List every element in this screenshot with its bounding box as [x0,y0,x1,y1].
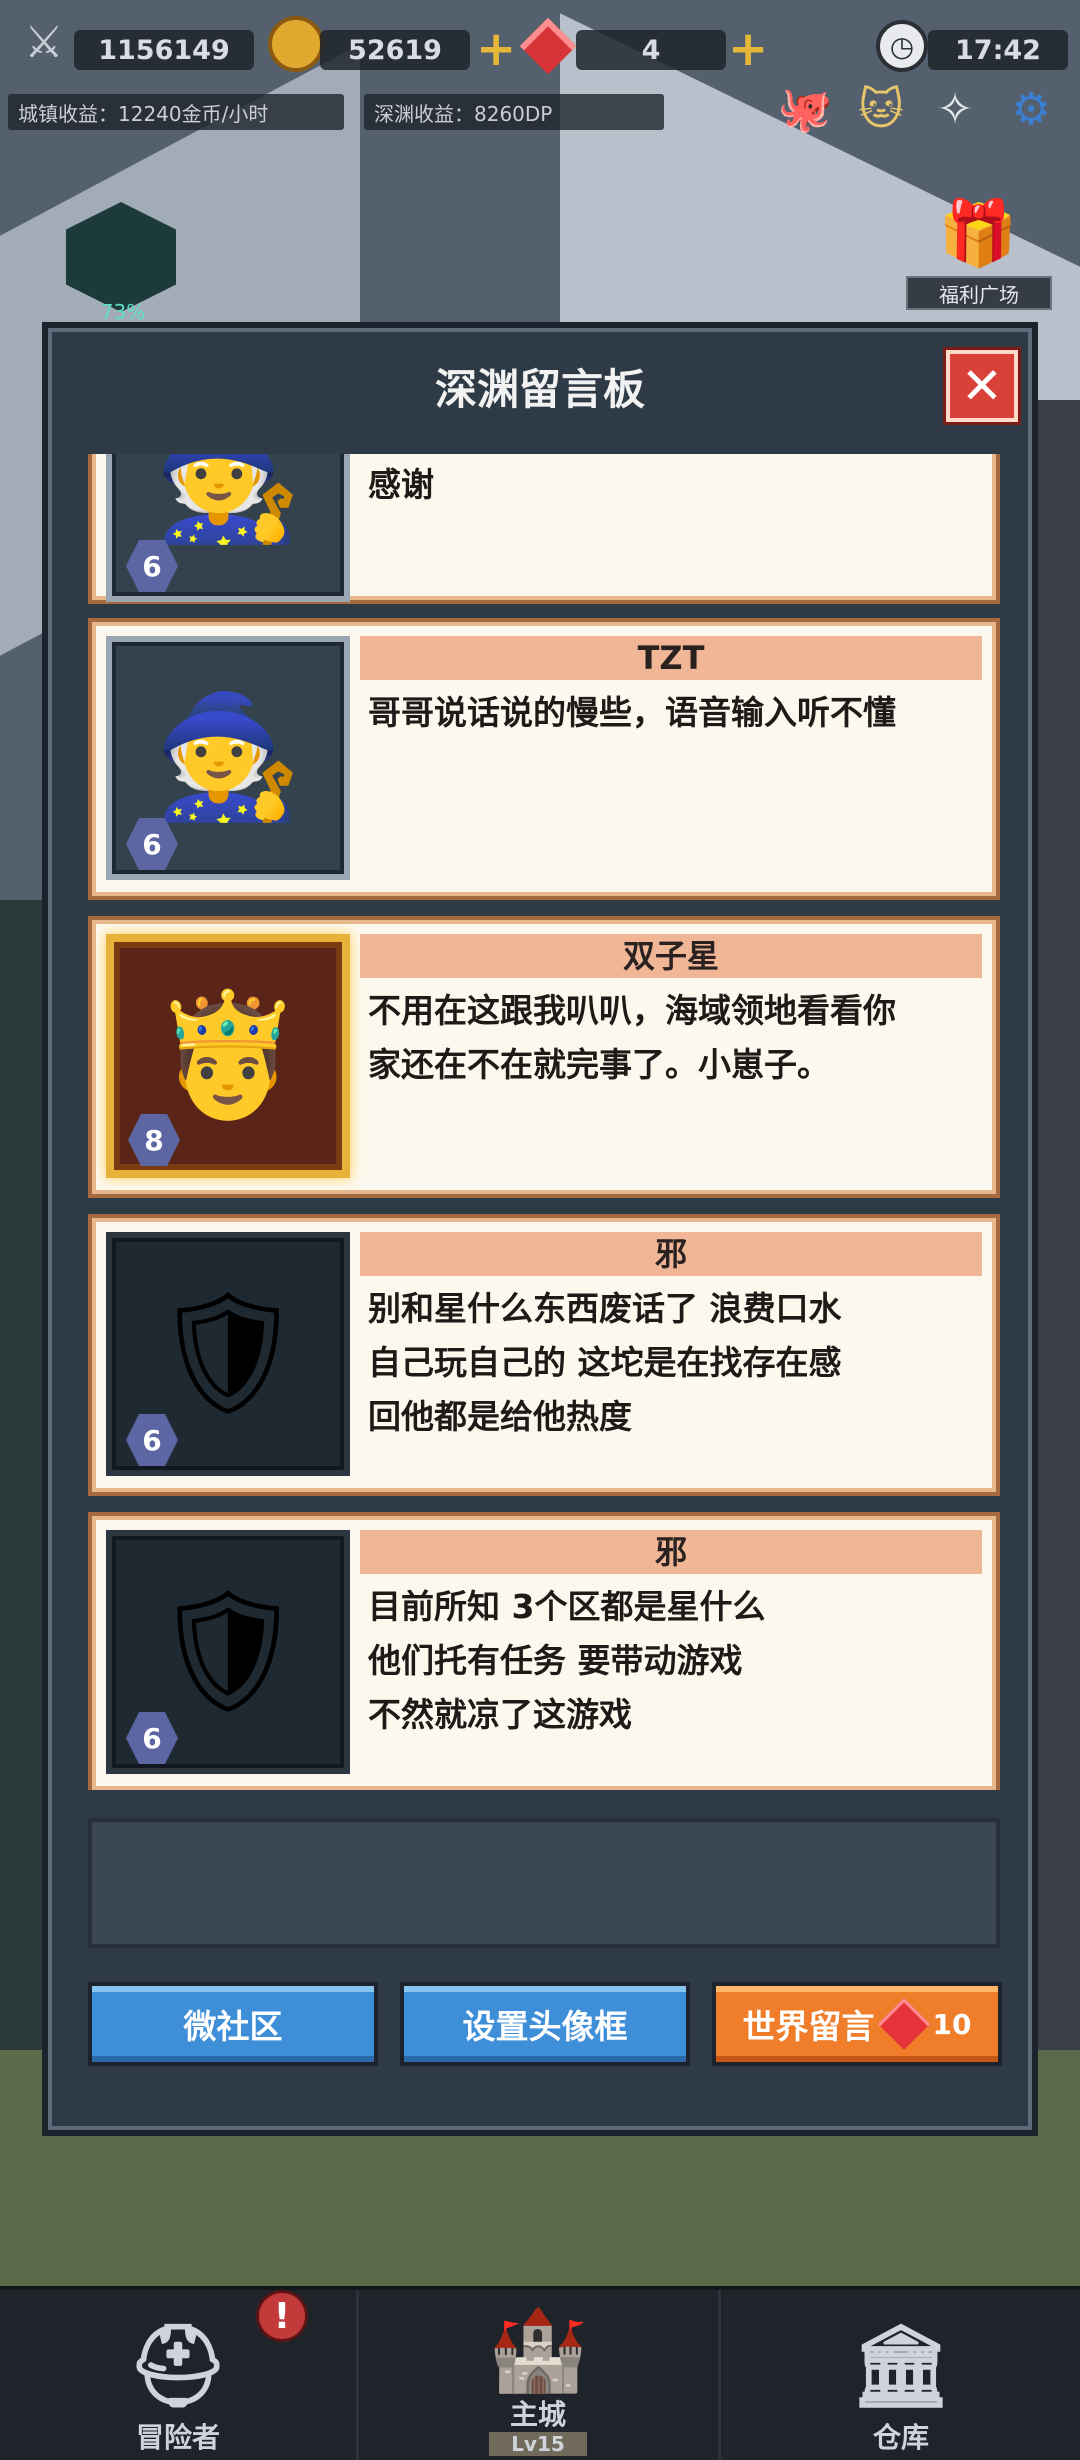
player-name[interactable]: TZT [360,636,982,680]
cat-helmet-icon[interactable]: 🐱 [850,78,912,140]
avatar[interactable]: 🛡 6 [106,1530,350,1774]
welfare-plaza-label[interactable]: 福利广场 [906,276,1052,310]
alert-badge: ! [256,2290,308,2342]
nav-main-city[interactable]: 🏰 主城 Lv15 [360,2290,716,2460]
gift-box-icon[interactable]: 🎁 [930,196,1026,276]
message-text: 哥哥说话说的慢些，语音输入听不懂 [368,693,896,732]
message-text: 目前所知 3个区都是星什么 他们托有任务 要带动游戏 不然就凉了这游戏 [368,1587,766,1734]
list-item: 🤴 8 双子星 不用在这跟我叭叭，海域领地看看你 家还在不在就完事了。小崽子。 [88,916,1000,1198]
world-message-label: 世界留言 [742,2007,875,2046]
gold-coin-icon [268,16,324,72]
warehouse-icon: 🏛 [850,2319,952,2412]
nav-label: 主城 [509,2398,566,2431]
close-icon: ✕ [961,357,1003,415]
nav-label: 冒险者 [135,2421,220,2454]
message-list[interactable]: 🧙 6 感谢 🧙 6 TZT 哥哥说话说的慢些，语音输入听不懂 🤴 8 双子星 … [88,454,1000,1790]
power-value: 1156149 [74,30,254,70]
player-name[interactable]: 邪 [360,1232,982,1276]
world-message-button[interactable]: 世界留言 10 [712,1982,1002,2066]
gem-icon [877,1997,930,2051]
world-message-cost: 10 [932,2007,972,2041]
player-name[interactable]: 双子星 [360,934,982,978]
message-board-dialog: 深渊留言板 ✕ 🧙 6 感谢 🧙 6 TZT 哥哥说话说的慢些，语音输入听不懂 [42,322,1038,2136]
nav-warehouse[interactable]: 🏛 仓库 [722,2290,1080,2460]
castle-icon: 🏰 [488,2303,588,2396]
list-item: 🛡 6 邪 别和星什么东西废话了 浪费口水 自己玩自己的 这坨是在找存在感 回他… [88,1214,1000,1496]
clock-icon: ◷ [876,20,928,72]
town-income: 城镇收益：12240金币/小时 [8,94,344,130]
list-item: 🛡 6 邪 目前所知 3个区都是星什么 他们托有任务 要带动游戏 不然就凉了这游… [88,1512,1000,1790]
gear-icon[interactable]: ⚙ [1000,78,1062,140]
gem-icon [519,17,577,75]
squid-icon[interactable]: 🐙 [774,78,836,140]
avatar[interactable]: 🤴 8 [106,934,350,1178]
nav-label: 仓库 [872,2421,929,2454]
hero-portrait-icon: 🛡 [151,1582,305,1721]
clock-time: 17:42 [928,30,1068,70]
hero-portrait-icon: 🧙 [153,454,303,549]
list-item: 🧙 6 TZT 哥哥说话说的慢些，语音输入听不懂 [88,618,1000,900]
knight-helmet-icon: ⛑ [127,2319,229,2412]
message-text: 感谢 [368,465,434,504]
gem-value: 4 [576,30,726,70]
cube-progress-widget[interactable]: 73% [58,196,182,324]
add-gem-button[interactable]: + [728,25,768,73]
hero-portrait-icon: 🤴 [153,986,303,1125]
message-input[interactable] [88,1818,1000,1948]
hero-portrait-icon: 🧙 [153,688,303,827]
status-bar: ⚔ 1156149 52619 + 4 + ◷ 17:42 城镇收益：12240… [0,0,1080,150]
community-button[interactable]: 微社区 [88,1982,378,2066]
cube-icon [66,202,176,312]
compass-icon[interactable]: ✧ [924,78,986,140]
list-item: 🧙 6 感谢 [88,454,1000,604]
message-text: 不用在这跟我叭叭，海域领地看看你 家还在不在就完事了。小崽子。 [368,991,896,1084]
gold-value: 52619 [320,30,470,70]
dialog-title: 深渊留言板 [434,365,645,414]
avatar[interactable]: 🧙 6 [106,636,350,880]
abyss-income: 深渊收益：8260DP [364,94,664,130]
add-gold-button[interactable]: + [476,25,516,73]
hero-portrait-icon: 🛡 [151,1284,305,1423]
message-text: 别和星什么东西废话了 浪费口水 自己玩自己的 这坨是在找存在感 回他都是给他热度 [368,1289,842,1436]
bottom-nav: ⛑ 冒险者 🏰 主城 Lv15 🏛 仓库 [0,2286,1080,2460]
player-name[interactable]: 邪 [360,1530,982,1574]
close-button[interactable]: ✕ [946,350,1018,422]
city-level: Lv15 [489,2432,587,2456]
avatar[interactable]: 🛡 6 [106,1232,350,1476]
sword-power-icon: ⚔ [24,16,64,68]
cube-progress: 73% [100,300,146,324]
avatar[interactable]: 🧙 6 [106,454,350,602]
set-avatar-frame-button[interactable]: 设置头像框 [400,1982,690,2066]
